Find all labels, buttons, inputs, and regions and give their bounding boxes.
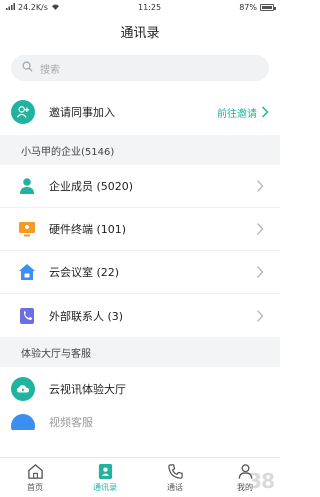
list-item-label: 云会议室 (22) bbox=[49, 266, 120, 279]
user-icon bbox=[236, 462, 254, 480]
invite-label: 邀请同事加入 bbox=[49, 106, 115, 119]
page-title: 通讯录 bbox=[0, 15, 280, 47]
cloud-video-icon bbox=[11, 376, 35, 401]
list-item-experience-hall[interactable]: 云视讯体验大厅 bbox=[0, 367, 280, 410]
network-speed: 24.2K/s bbox=[18, 3, 48, 12]
list-item-label: 外部联系人 (3) bbox=[49, 309, 124, 323]
chevron-right-icon bbox=[257, 223, 264, 235]
add-user-icon bbox=[11, 100, 35, 124]
battery-percent: 87% bbox=[239, 3, 257, 12]
tab-label: 通讯录 bbox=[93, 483, 117, 492]
tab-label: 首页 bbox=[27, 483, 43, 492]
go-invite-text: 前往邀请 bbox=[217, 108, 257, 120]
list-item-label: 视频客服 bbox=[49, 416, 93, 429]
list-item-label: 硬件终端 (101) bbox=[49, 223, 127, 236]
battery-icon bbox=[259, 4, 276, 11]
house-icon bbox=[18, 263, 36, 281]
list-item-enterprise-members[interactable]: 企业成员 (5020) bbox=[0, 165, 280, 208]
tab-home[interactable]: 首页 bbox=[5, 462, 65, 493]
enterprise-section-header: 小马甲的企业(5146) bbox=[0, 135, 280, 165]
status-bar: 24.2K/s 11:25 87% bbox=[0, 0, 280, 15]
signal-icon bbox=[6, 3, 15, 12]
search-placeholder: 搜索 bbox=[40, 64, 60, 76]
tab-label: 我的 bbox=[237, 483, 253, 492]
monitor-icon bbox=[18, 220, 36, 238]
list-item-cloud-meeting-rooms[interactable]: 云会议室 (22) bbox=[0, 251, 280, 294]
home-icon bbox=[26, 462, 44, 480]
list-item-external-contacts[interactable]: 外部联系人 (3) bbox=[0, 294, 280, 337]
list-item-video-support[interactable]: 视频客服 bbox=[0, 410, 280, 430]
chevron-right-icon bbox=[257, 309, 264, 322]
list-item-label: 云视讯体验大厅 bbox=[49, 382, 126, 396]
enterprise-list: 企业成员 (5020) 硬件终端 (101) 云会议室 (22) 外部联系人 (… bbox=[0, 165, 280, 337]
list-item-hardware-terminals[interactable]: 硬件终端 (101) bbox=[0, 208, 280, 251]
wifi-icon bbox=[51, 3, 60, 12]
list-item-label: 企业成员 (5020) bbox=[49, 180, 134, 193]
tab-label: 通话 bbox=[167, 483, 183, 492]
search-icon bbox=[22, 61, 33, 75]
experience-section-header: 体验大厅与客服 bbox=[0, 337, 280, 367]
bottom-tab-bar: 首页 通讯录 通话 我的 bbox=[0, 457, 280, 497]
search-input[interactable]: 搜索 bbox=[11, 55, 269, 81]
phone-icon bbox=[18, 307, 36, 325]
chevron-right-icon bbox=[261, 106, 269, 118]
chevron-right-icon bbox=[257, 180, 264, 192]
headset-icon bbox=[11, 414, 35, 430]
tab-calls[interactable]: 通话 bbox=[145, 462, 205, 493]
clock: 11:25 bbox=[138, 3, 162, 12]
chevron-right-icon bbox=[257, 266, 264, 278]
tab-me[interactable]: 我的 bbox=[215, 462, 275, 493]
person-icon bbox=[18, 177, 36, 195]
tab-contacts[interactable]: 通讯录 bbox=[75, 462, 135, 493]
contacts-icon bbox=[96, 462, 114, 480]
invite-colleagues-row[interactable]: 邀请同事加入 前往邀请 bbox=[0, 89, 280, 135]
phone-call-icon bbox=[166, 462, 184, 480]
go-invite-link[interactable]: 前往邀请 bbox=[217, 105, 269, 120]
